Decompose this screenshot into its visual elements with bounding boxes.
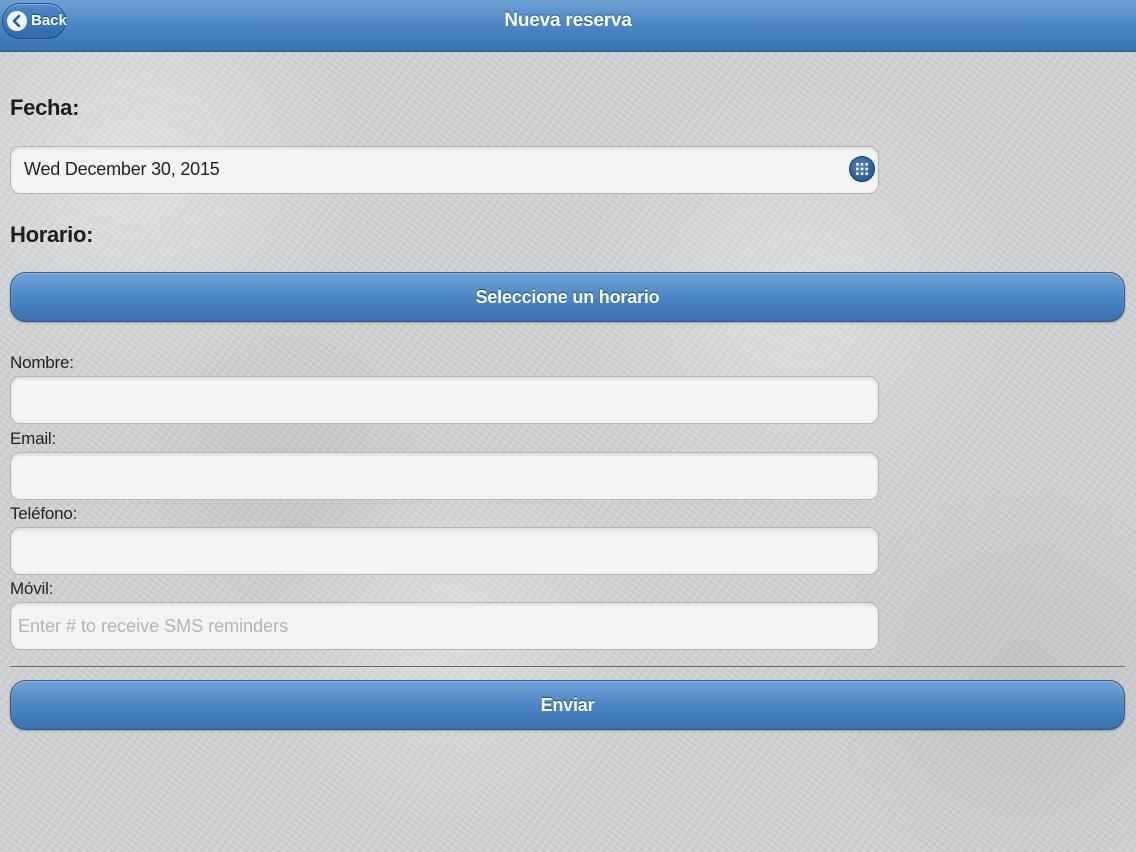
name-field[interactable]: [10, 376, 879, 424]
submit-button[interactable]: Enviar: [10, 680, 1125, 730]
horario-label: Horario:: [10, 222, 94, 247]
email-label: Email:: [10, 429, 57, 448]
movil-label: Móvil:: [10, 579, 54, 598]
telefono-label: Teléfono:: [10, 504, 78, 523]
calendar-grid-icon[interactable]: [849, 156, 875, 182]
select-schedule-button[interactable]: Seleccione un horario: [10, 272, 1125, 322]
email-field[interactable]: [10, 452, 879, 500]
mobile-field[interactable]: [10, 602, 879, 650]
phone-field[interactable]: [10, 527, 879, 575]
nombre-label: Nombre:: [10, 353, 74, 372]
divider: [10, 666, 1125, 667]
page-title: Nueva reserva: [504, 10, 632, 31]
date-value: Wed December 30, 2015: [24, 159, 220, 179]
date-field[interactable]: Wed December 30, 2015: [10, 146, 879, 194]
header-bar: Back Nueva reserva: [0, 0, 1136, 52]
fecha-label: Fecha:: [10, 95, 80, 120]
